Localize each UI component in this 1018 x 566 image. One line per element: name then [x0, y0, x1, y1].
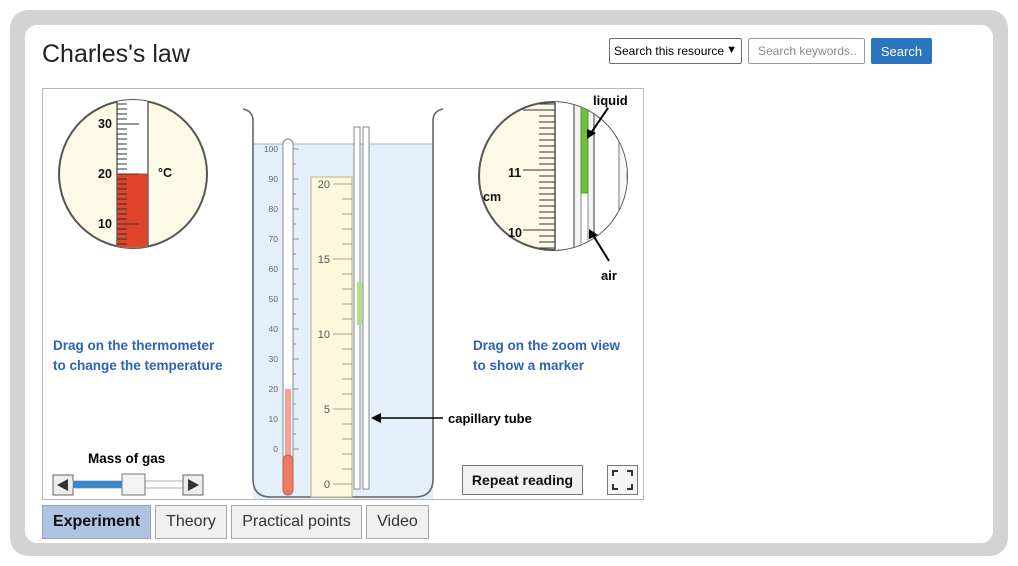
ruler-tick-label: 0: [324, 479, 330, 491]
zoom-unit-label: cm: [483, 190, 501, 204]
tab-video[interactable]: Video: [366, 505, 429, 539]
hint-line: to change the temperature: [53, 358, 223, 373]
thermometer-tick-label: 40: [269, 324, 279, 334]
chevron-down-icon: ▼: [726, 44, 737, 56]
ruler-tick-label: 15: [318, 254, 330, 266]
zoom-tick-label: 30: [98, 117, 112, 131]
zoom-tick-label: 10: [98, 217, 112, 231]
hint-line: Drag on the thermometer: [53, 338, 215, 353]
zoom-tick-label: 20: [98, 167, 112, 181]
ruler: 20 15 10 5 0: [310, 176, 353, 498]
thermometer-tick-label: 70: [269, 234, 279, 244]
tube-zoom-view[interactable]: 11 10 cm: [478, 89, 628, 269]
tab-experiment[interactable]: Experiment: [42, 505, 151, 539]
search-scope-select[interactable]: Search this resource ▼: [609, 38, 742, 64]
page-title: Charles's law: [42, 40, 190, 68]
tab-bar: Experiment Theory Practical points Video: [42, 505, 433, 539]
fullscreen-button[interactable]: [607, 465, 638, 495]
thermometer-tick-label: 60: [269, 264, 279, 274]
capillary-tube-label: capillary tube: [448, 411, 532, 426]
thermometer-tick-label: 90: [269, 174, 279, 184]
zoom-tick-label: 11: [508, 166, 521, 180]
thermometer-tick-label: 100: [264, 144, 278, 154]
zoom-unit-label: °C: [158, 166, 172, 180]
repeat-reading-button[interactable]: Repeat reading: [462, 465, 583, 495]
search-scope-value: Search this resource: [614, 44, 725, 58]
ruler-tick-label: 5: [324, 404, 330, 416]
ruler-tick-label: 20: [318, 179, 330, 191]
thermometer-tick-label: 0: [273, 444, 278, 454]
thermometer-tick-label: 30: [269, 354, 279, 364]
zoom-hint: Drag on the zoom view to show a marker: [473, 336, 620, 376]
slider-thumb[interactable]: [121, 473, 146, 496]
hint-line: to show a marker: [473, 358, 585, 373]
hint-line: Drag on the zoom view: [473, 338, 621, 353]
mass-of-gas-label: Mass of gas: [88, 451, 166, 466]
simulation-panel: 30 20 10 °C 11 10 cm 100 90 80 70 60 50 …: [42, 88, 644, 500]
search-input[interactable]: Search keywords..: [748, 38, 865, 64]
fullscreen-icon: [612, 470, 633, 490]
thermometer-tick-label: 10: [269, 414, 279, 424]
mass-slider[interactable]: [52, 473, 204, 496]
thermometer-tick-label: 80: [269, 204, 279, 214]
liquid-label: liquid: [593, 93, 628, 108]
thermometer-tick-label: 20: [269, 384, 279, 394]
simulation-canvas: 30 20 10 °C 11 10 cm 1009080706050403020…: [52, 89, 628, 499]
tab-practical-points[interactable]: Practical points: [231, 505, 362, 539]
thermometer-tick-label: 50: [269, 294, 279, 304]
zoom-tick-label: 10: [508, 226, 522, 240]
tab-theory[interactable]: Theory: [155, 505, 227, 539]
search-button[interactable]: Search: [871, 38, 932, 64]
thermometer-hint: Drag on the thermometer to change the te…: [53, 336, 223, 376]
ruler-tick-label: 10: [318, 329, 330, 341]
thermometer-zoom-view[interactable]: 30 20 10 °C: [58, 89, 208, 259]
air-label: air: [601, 268, 617, 283]
